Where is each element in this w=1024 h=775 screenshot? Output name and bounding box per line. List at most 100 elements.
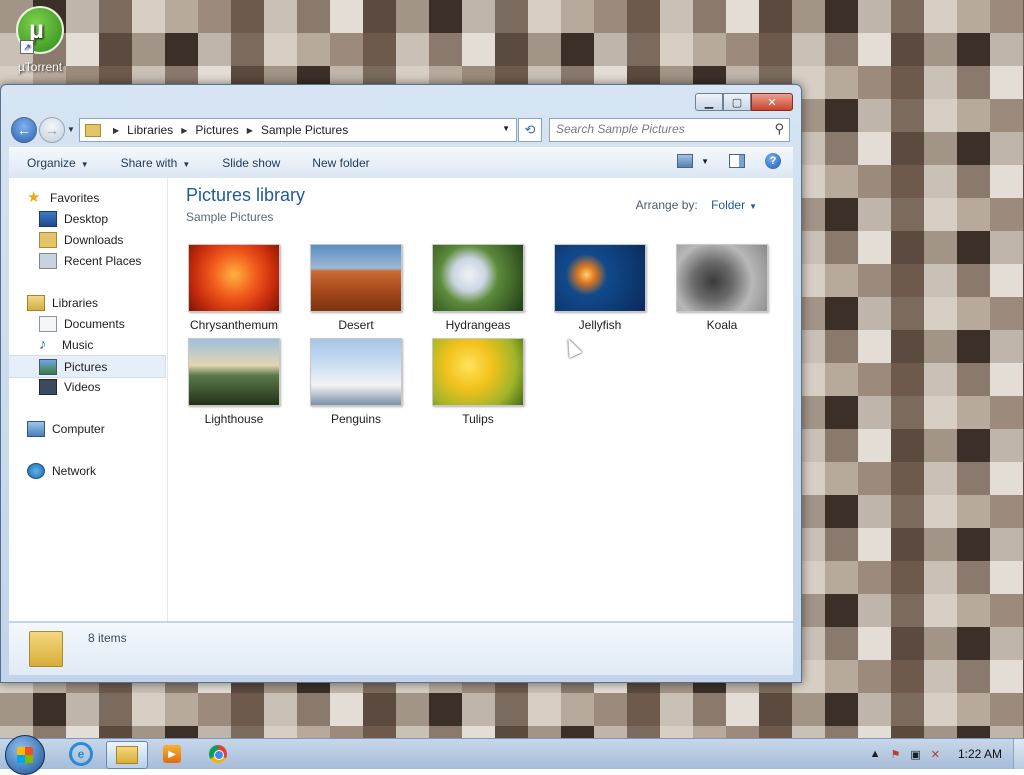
back-button[interactable]: ← bbox=[11, 117, 37, 143]
mosaic-tile bbox=[990, 66, 1023, 99]
close-button[interactable]: ✕ bbox=[751, 93, 793, 111]
item-count: 8 items bbox=[88, 631, 127, 645]
chevron-down-icon[interactable]: ▼ bbox=[749, 202, 757, 211]
nav-network[interactable]: Network bbox=[27, 460, 183, 481]
nav-computer[interactable]: Computer bbox=[27, 418, 183, 439]
mosaic-tile bbox=[990, 660, 1023, 693]
refresh-button[interactable]: ⟲ bbox=[518, 118, 542, 142]
taskbar-media-player[interactable]: ▶ bbox=[152, 741, 192, 767]
mosaic-tile bbox=[99, 693, 132, 726]
file-item[interactable]: Lighthouse bbox=[179, 338, 289, 426]
help-icon[interactable]: ? bbox=[765, 153, 781, 169]
mosaic-tile bbox=[693, 33, 726, 66]
file-item[interactable]: Koala bbox=[667, 244, 777, 332]
mosaic-tile bbox=[726, 0, 759, 33]
nav-libraries[interactable]: Libraries bbox=[27, 292, 183, 313]
change-view-icon[interactable] bbox=[677, 154, 694, 168]
chevron-right-icon[interactable]: ▶ bbox=[247, 126, 253, 135]
taskbar-windows-explorer[interactable] bbox=[106, 741, 148, 769]
view-dropdown-icon[interactable]: ▼ bbox=[701, 157, 709, 166]
chevron-right-icon[interactable]: ▶ bbox=[181, 126, 187, 135]
arrange-by-label: Arrange by: bbox=[635, 198, 698, 212]
mosaic-tile bbox=[825, 231, 858, 264]
shortcut-arrow-icon: ↗ bbox=[20, 40, 34, 54]
mosaic-tile bbox=[891, 627, 924, 660]
maximize-button[interactable]: ▢ bbox=[723, 93, 751, 111]
mosaic-tile bbox=[858, 396, 891, 429]
mosaic-tile bbox=[858, 330, 891, 363]
file-item[interactable]: Hydrangeas bbox=[423, 244, 533, 332]
file-label: Chrysanthemum bbox=[189, 318, 279, 332]
mosaic-tile bbox=[891, 0, 924, 33]
file-label: Lighthouse bbox=[204, 412, 264, 426]
file-item[interactable]: Tulips bbox=[423, 338, 533, 426]
share-with-menu[interactable]: Share with ▼ bbox=[103, 156, 205, 170]
file-label: Jellyfish bbox=[578, 318, 622, 332]
star-icon: ★ bbox=[27, 188, 41, 206]
file-item[interactable]: Desert bbox=[301, 244, 411, 332]
breadcrumb-pictures[interactable]: Pictures bbox=[195, 123, 238, 137]
mosaic-tile bbox=[825, 66, 858, 99]
clock[interactable]: 1:22 AM bbox=[958, 747, 1002, 761]
mosaic-tile bbox=[792, 33, 825, 66]
arrange-by-dropdown[interactable]: Folder bbox=[711, 198, 745, 212]
mosaic-tile bbox=[990, 726, 1023, 738]
mosaic-tile bbox=[858, 165, 891, 198]
search-input[interactable] bbox=[550, 119, 762, 139]
mosaic-tile bbox=[825, 297, 858, 330]
mosaic-tile bbox=[924, 0, 957, 33]
mosaic-tile bbox=[858, 264, 891, 297]
mosaic-tile bbox=[891, 495, 924, 528]
mosaic-tile bbox=[825, 363, 858, 396]
mosaic-tile bbox=[858, 726, 891, 738]
file-item[interactable]: Chrysanthemum bbox=[179, 244, 289, 332]
organize-menu[interactable]: Organize ▼ bbox=[9, 156, 103, 170]
slide-show-button[interactable]: Slide show bbox=[204, 156, 294, 170]
mosaic-tile bbox=[561, 33, 594, 66]
mosaic-tile bbox=[924, 594, 957, 627]
mosaic-tile bbox=[825, 528, 858, 561]
breadcrumb-sample-pictures[interactable]: Sample Pictures bbox=[261, 123, 348, 137]
address-bar[interactable]: ▶ Libraries ▶ Pictures ▶ Sample Pictures… bbox=[79, 118, 517, 142]
mosaic-tile bbox=[825, 726, 858, 738]
nav-favorites[interactable]: ★ Favorites bbox=[27, 187, 183, 208]
taskbar-chrome[interactable] bbox=[198, 741, 238, 767]
new-folder-button[interactable]: New folder bbox=[294, 156, 383, 170]
mosaic-tile bbox=[561, 726, 594, 738]
page-title: Pictures library bbox=[186, 185, 306, 205]
breadcrumb-libraries[interactable]: Libraries bbox=[127, 123, 173, 137]
mosaic-tile bbox=[990, 627, 1023, 660]
taskbar-internet-explorer[interactable]: e bbox=[61, 741, 101, 767]
search-icon[interactable]: ⚲ bbox=[774, 121, 784, 137]
search-box[interactable]: ⚲ bbox=[549, 118, 790, 142]
volume-muted-icon[interactable]: ✕ bbox=[931, 748, 940, 761]
nav-label: Libraries bbox=[52, 295, 99, 310]
mosaic-tile bbox=[924, 627, 957, 660]
network-status-icon[interactable]: ▣ bbox=[910, 748, 920, 761]
mosaic-tile bbox=[858, 363, 891, 396]
action-center-icon[interactable]: ⚑ bbox=[890, 748, 900, 761]
share-with-label: Share with bbox=[120, 156, 178, 170]
navigation-pane: ★ Favorites Desktop Downloads Recent Plac… bbox=[9, 178, 168, 621]
minimize-button[interactable]: ▁ bbox=[695, 93, 723, 111]
mosaic-tile bbox=[858, 594, 891, 627]
mosaic-tile bbox=[924, 33, 957, 66]
show-hidden-icons-icon[interactable]: ▲ bbox=[870, 748, 881, 760]
file-item[interactable]: Penguins bbox=[301, 338, 411, 426]
chevron-right-icon[interactable]: ▶ bbox=[113, 126, 119, 135]
mosaic-tile bbox=[924, 99, 957, 132]
start-button[interactable] bbox=[5, 735, 45, 775]
show-desktop-button[interactable] bbox=[1013, 739, 1024, 769]
recent-pages-dropdown[interactable]: ▼ bbox=[67, 125, 75, 134]
mosaic-tile bbox=[825, 264, 858, 297]
mosaic-tile bbox=[825, 165, 858, 198]
nav-pictures[interactable]: Pictures bbox=[9, 355, 166, 378]
forward-button[interactable]: → bbox=[39, 117, 65, 143]
mosaic-tile bbox=[990, 462, 1023, 495]
address-dropdown-icon[interactable]: ▼ bbox=[502, 124, 510, 133]
preview-pane-icon[interactable] bbox=[729, 154, 745, 168]
mosaic-tile bbox=[825, 627, 858, 660]
file-item[interactable]: Jellyfish bbox=[545, 244, 655, 332]
desktop-icon-utorrent[interactable]: µ ↗ µTorrent bbox=[12, 6, 68, 74]
file-label: Koala bbox=[706, 318, 738, 332]
